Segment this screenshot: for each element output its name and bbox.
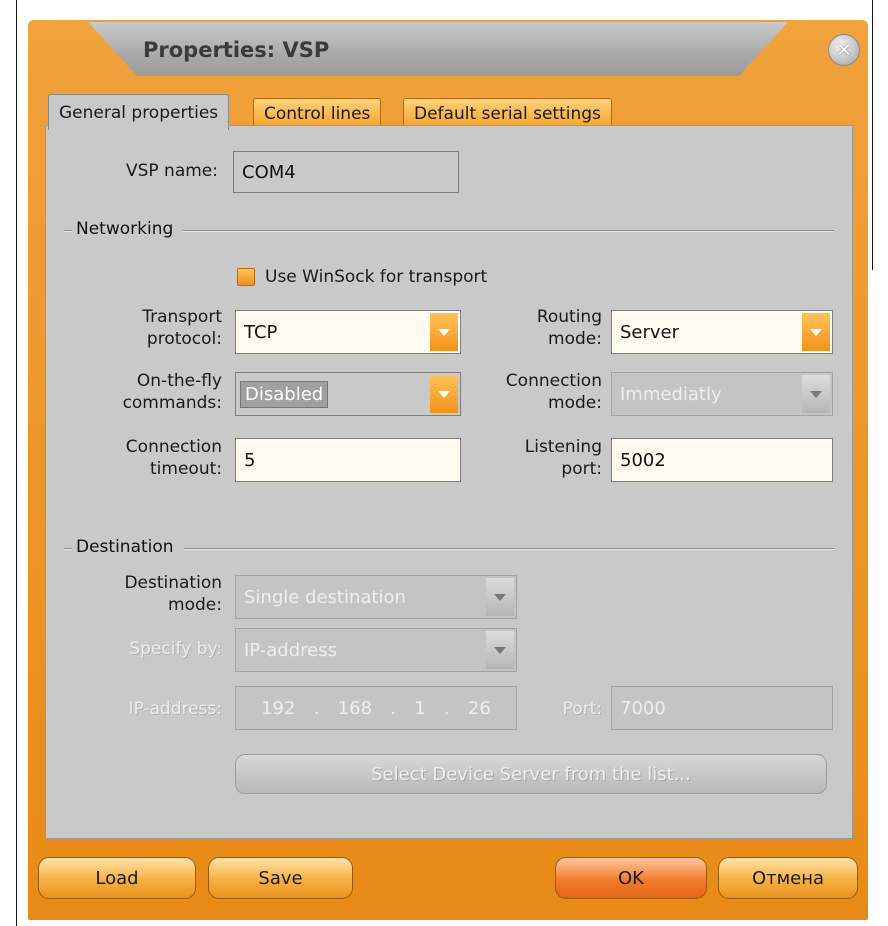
networking-group: Networking xyxy=(64,219,834,239)
routing-mode-label-line2: mode: xyxy=(548,329,602,349)
specify-by-label: Specify by: xyxy=(129,639,222,659)
on-the-fly-select[interactable]: Disabled xyxy=(235,372,461,416)
transport-protocol-value: TCP xyxy=(244,321,278,343)
ok-button[interactable]: OK xyxy=(555,857,707,899)
transport-protocol-select[interactable]: TCP xyxy=(235,310,461,354)
chevron-down-icon[interactable] xyxy=(802,313,830,351)
listening-port-label-line1: Listening xyxy=(524,437,602,457)
tab-default-serial-settings[interactable]: Default serial settings xyxy=(403,98,612,128)
ip-octet-3: 1 xyxy=(414,697,426,719)
ip-separator: . xyxy=(390,697,396,719)
port-field[interactable]: 7000 xyxy=(611,686,833,730)
chevron-down-icon[interactable] xyxy=(486,578,514,616)
routing-mode-label-line1: Routing xyxy=(536,307,602,327)
ip-separator: . xyxy=(313,697,320,719)
transport-protocol-label-line2: protocol: xyxy=(146,329,222,349)
networking-label: Networking xyxy=(72,219,184,239)
ip-octet-1: 192 xyxy=(261,697,296,719)
connection-mode-label-line2: mode: xyxy=(548,393,602,413)
ip-separator: . xyxy=(443,697,450,719)
title-bar[interactable]: Properties: VSP ✕ xyxy=(28,20,868,76)
properties-dialog: Properties: VSP ✕ General properties Con… xyxy=(28,20,868,920)
listening-port-field[interactable]: 5002 xyxy=(611,438,833,482)
connection-timeout-field[interactable]: 5 xyxy=(235,438,461,482)
routing-mode-value: Server xyxy=(620,321,680,343)
load-button[interactable]: Load xyxy=(38,857,196,899)
port-label: Port: xyxy=(562,699,602,719)
connection-mode-label-line1: Connection xyxy=(505,371,602,391)
destination-label: Destination xyxy=(72,537,184,557)
specify-by-value: IP-address xyxy=(244,639,337,661)
destination-mode-value: Single destination xyxy=(244,586,406,608)
ip-octet-4: 26 xyxy=(467,697,491,719)
use-winsock-checkbox[interactable] xyxy=(237,268,255,286)
chevron-down-icon[interactable] xyxy=(802,375,830,413)
connection-mode-select[interactable]: Immediatly xyxy=(611,372,833,416)
listening-port-label-line2: port: xyxy=(561,459,602,479)
screenshot-frame-right xyxy=(872,0,873,270)
window-title: Properties: VSP xyxy=(143,38,330,62)
screenshot-frame-left xyxy=(16,0,17,926)
use-winsock-label: Use WinSock for transport xyxy=(265,267,488,287)
chevron-down-icon[interactable] xyxy=(430,375,458,413)
ip-address-field[interactable]: 192 . 168 . 1 . 26 xyxy=(235,686,517,730)
destination-mode-label-line1: Destination xyxy=(124,573,222,593)
connection-timeout-label-line1: Connection xyxy=(125,437,222,457)
destination-mode-select[interactable]: Single destination xyxy=(235,575,517,619)
vsp-name-label: VSP name: xyxy=(125,161,218,181)
specify-by-select[interactable]: IP-address xyxy=(235,628,517,672)
destination-group: Destination xyxy=(64,537,834,557)
tab-general-properties[interactable]: General properties xyxy=(48,94,230,130)
routing-mode-select[interactable]: Server xyxy=(611,310,833,354)
destination-mode-label-line2: mode: xyxy=(168,595,222,615)
connection-mode-value: Immediatly xyxy=(620,383,722,405)
on-the-fly-value: Disabled xyxy=(240,380,329,408)
ip-octet-2: 168 xyxy=(337,697,373,719)
chevron-down-icon[interactable] xyxy=(486,631,514,669)
cancel-button[interactable]: Отмена xyxy=(718,857,858,899)
vsp-name-field[interactable]: COM4 xyxy=(233,151,459,193)
on-the-fly-label-line1: On-the-fly xyxy=(136,371,222,391)
transport-protocol-label-line1: Transport xyxy=(142,307,222,327)
close-icon: ✕ xyxy=(836,39,852,61)
connection-timeout-label-line2: timeout: xyxy=(150,459,222,479)
chevron-down-icon[interactable] xyxy=(430,313,458,351)
tab-control-lines[interactable]: Control lines xyxy=(253,98,382,128)
ip-address-label: IP-address: xyxy=(128,699,222,719)
on-the-fly-label-line2: commands: xyxy=(122,393,222,413)
save-button[interactable]: Save xyxy=(208,857,353,899)
select-device-server-button[interactable]: Select Device Server from the list... xyxy=(235,754,827,794)
close-button[interactable]: ✕ xyxy=(828,34,860,66)
